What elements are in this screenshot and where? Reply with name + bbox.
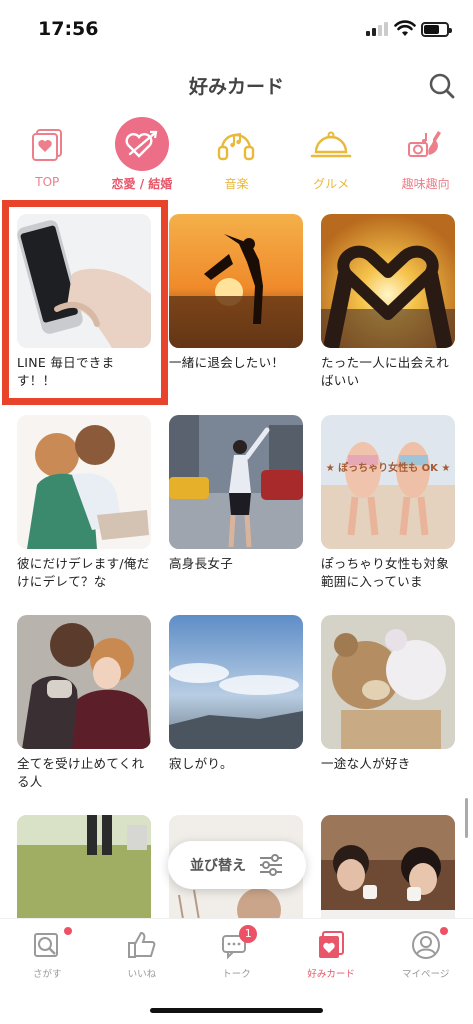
- tab-favorite-cards[interactable]: 好みカード: [284, 919, 379, 990]
- tab-label: いいね: [127, 969, 157, 980]
- heart-arrow-icon: [114, 117, 169, 171]
- search-card-icon: [34, 933, 59, 957]
- category-label: 音楽: [224, 177, 249, 191]
- tab-label: トーク: [222, 969, 251, 980]
- search-icon[interactable]: [428, 72, 456, 100]
- category-label: 趣味趣向: [401, 177, 450, 191]
- tall-woman-photo: [169, 415, 303, 549]
- phone-photo: [17, 214, 151, 348]
- tab-talk[interactable]: 1 トーク: [189, 919, 284, 990]
- sliders-icon: [260, 854, 282, 876]
- beach-women-photo: [321, 415, 455, 549]
- category-label: グルメ: [313, 177, 350, 191]
- tab-likes[interactable]: いいね: [95, 919, 190, 990]
- tab-search[interactable]: さがす: [0, 919, 95, 990]
- card-caption: 一緒に退会したい！: [169, 355, 285, 370]
- plush-toys-photo: [321, 615, 455, 749]
- category-hobby[interactable]: 趣味趣向: [378, 115, 473, 195]
- sky-landscape-photo: [169, 615, 303, 749]
- category-tabs: TOP 恋愛 / 結婚 音楽 グルメ 趣味趣向: [0, 115, 473, 195]
- card-caption: 彼にだけデレます/俺だけにデレて？な: [17, 556, 150, 589]
- notification-dot: [440, 927, 449, 935]
- card-heart-icon: [319, 931, 345, 958]
- signal-icon: [366, 22, 388, 36]
- status-time: 17:56: [38, 18, 99, 40]
- card-banner: ★ ぽっちゃり女性も OK ★: [325, 463, 451, 474]
- card-caption: ぽっちゃり女性も対象範囲に入っていま: [321, 556, 450, 589]
- sunset-couple-photo: [169, 214, 303, 348]
- card-image: [17, 214, 151, 348]
- user-icon: [411, 931, 440, 959]
- card-item[interactable]: ★ ぽっちゃり女性も OK ★ ぽっちゃり女性も対象範囲に入っていま: [321, 415, 455, 591]
- category-label: 恋愛 / 結婚: [111, 177, 173, 191]
- cloche-icon: [304, 117, 358, 171]
- card-caption: たった一人に出会えればいい: [321, 355, 450, 388]
- card-image: [17, 615, 151, 749]
- battery-icon: [421, 22, 452, 37]
- hugging-couple-photo: [17, 615, 151, 749]
- status-bar: 17:56: [0, 0, 473, 60]
- category-label: TOP: [35, 175, 60, 189]
- sort-button-label: 並び替え: [190, 858, 246, 874]
- card-item[interactable]: 彼にだけデレます/俺だけにデレて？な: [17, 415, 151, 591]
- card-caption: LINE 毎日できます！！: [17, 355, 115, 388]
- card-item[interactable]: 寂しがり。: [169, 615, 303, 773]
- card-item[interactable]: LINE 毎日できます！！: [17, 214, 151, 390]
- bottom-tab-bar: さがす いいね 1 トーク 好みカード マイページ: [0, 918, 473, 990]
- unread-badge: 1: [239, 925, 258, 943]
- headphones-icon: [209, 117, 263, 171]
- card-item[interactable]: 一途な人が好き: [321, 615, 455, 773]
- hobby-icon: [399, 117, 453, 171]
- category-music[interactable]: 音楽: [189, 115, 284, 195]
- tab-label: マイページ: [402, 969, 450, 980]
- scrollbar[interactable]: [465, 798, 468, 838]
- card-heart-icon: [20, 117, 74, 171]
- card-caption: 高身長女子: [169, 556, 234, 571]
- card-item[interactable]: たった一人に出会えればいい: [321, 214, 455, 390]
- sort-button[interactable]: 並び替え: [168, 841, 306, 889]
- card-caption: 一途な人が好き: [321, 756, 411, 771]
- card-image: [169, 615, 303, 749]
- card-item[interactable]: 高身長女子: [169, 415, 303, 573]
- card-image: [17, 415, 151, 549]
- wifi-icon: [394, 20, 416, 36]
- tab-label: 好みカード: [307, 969, 355, 980]
- header: 好みカード: [0, 60, 473, 110]
- card-caption: 寂しがり。: [169, 756, 233, 771]
- thumbs-up-icon: [127, 931, 156, 958]
- page-title: 好みカード: [188, 76, 284, 98]
- card-item[interactable]: 一緒に退会したい！: [169, 214, 303, 372]
- home-indicator[interactable]: [150, 1008, 323, 1013]
- card-caption: 全てを受け止めてくれる人: [17, 756, 145, 789]
- notification-dot: [64, 927, 72, 935]
- card-image: ★ ぽっちゃり女性も OK ★: [321, 415, 455, 549]
- tab-label: さがす: [33, 969, 62, 980]
- tab-mypage[interactable]: マイページ: [378, 919, 473, 990]
- card-image: [169, 415, 303, 549]
- card-item[interactable]: 全てを受け止めてくれる人: [17, 615, 151, 791]
- card-image: [169, 214, 303, 348]
- card-image: [321, 214, 455, 348]
- category-top[interactable]: TOP: [0, 115, 95, 195]
- category-gourmet[interactable]: グルメ: [284, 115, 379, 195]
- heart-hands-photo: [321, 214, 455, 348]
- category-love-marriage[interactable]: 恋愛 / 結婚: [95, 115, 190, 195]
- anime-couple-photo: [17, 415, 151, 549]
- card-image: [321, 615, 455, 749]
